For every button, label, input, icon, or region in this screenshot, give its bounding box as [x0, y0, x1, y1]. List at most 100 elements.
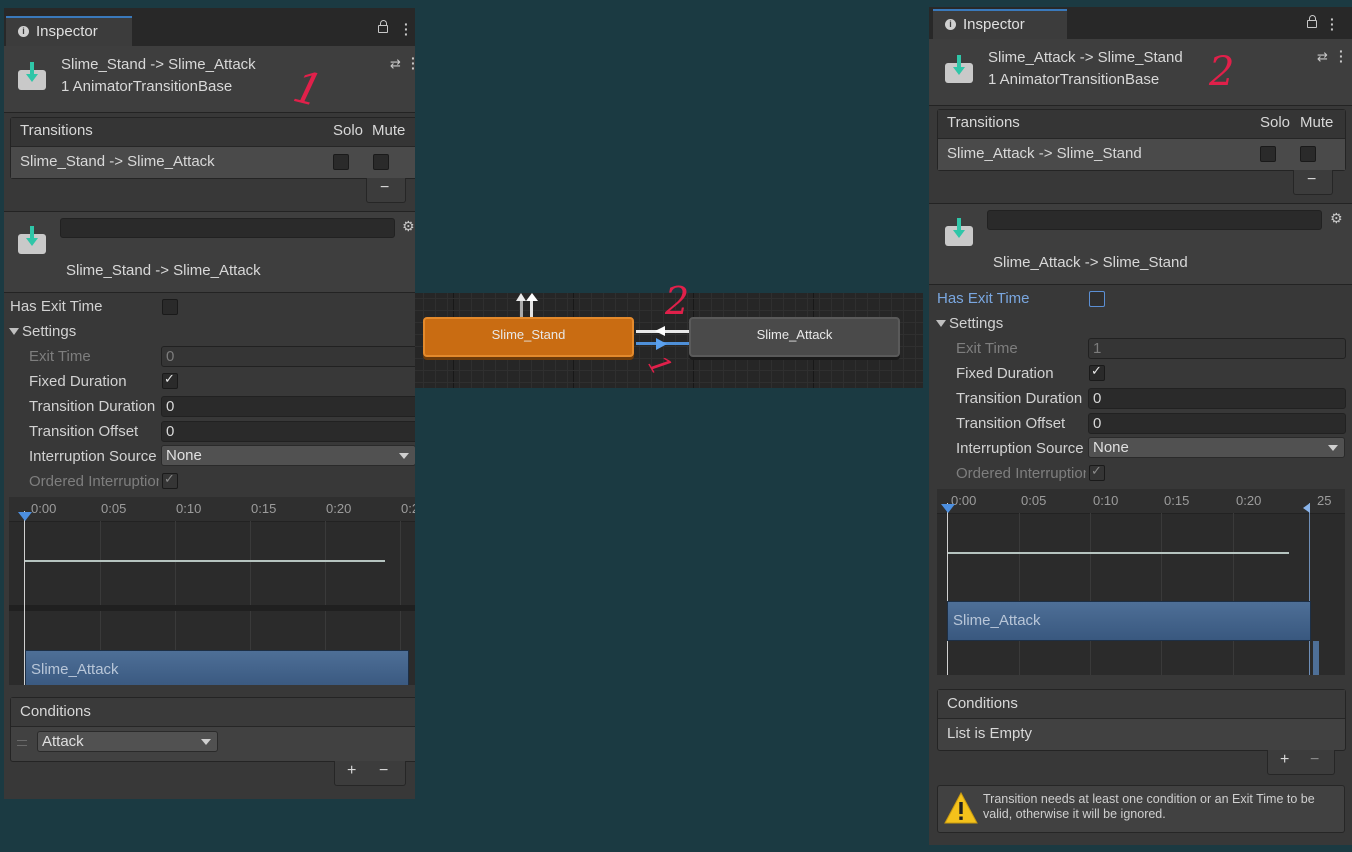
- playhead-marker-icon[interactable]: [941, 504, 955, 513]
- add-condition-button[interactable]: +: [347, 762, 356, 780]
- drag-handle-icon[interactable]: [17, 740, 27, 746]
- transition-name-field[interactable]: [60, 218, 395, 238]
- animator-graph[interactable]: Slime_Stand Slime_Attack 2 1: [415, 279, 923, 388]
- tab-bar: i Inspector · · ·: [4, 8, 415, 46]
- state-node-slime-attack[interactable]: Slime_Attack: [689, 317, 900, 357]
- mute-checkbox[interactable]: [1300, 146, 1316, 162]
- transition-duration-field[interactable]: 0: [1088, 388, 1346, 409]
- transition-row[interactable]: Slime_Stand -> Slime_Attack: [11, 147, 415, 178]
- transition-header: ⚙ Slime_Stand -> Slime_Attack: [4, 211, 415, 293]
- settings-foldout-label[interactable]: Settings: [22, 323, 76, 340]
- tab-inspector[interactable]: i Inspector: [933, 9, 1067, 39]
- settings-foldout-icon[interactable]: [936, 320, 946, 327]
- kebab-menu-icon[interactable]: · · ·: [404, 17, 409, 41]
- exit-time-field: 1: [1088, 338, 1346, 359]
- fixed-duration-checkbox[interactable]: [1089, 363, 1105, 381]
- has-exit-time-label: Has Exit Time: [937, 290, 1030, 307]
- conditions-empty-text: List is Empty: [947, 725, 1033, 742]
- ordered-interruption-label: Ordered Interruption: [956, 465, 1086, 482]
- lock-icon[interactable]: [1307, 15, 1317, 28]
- clip-bar[interactable]: Slime_Attack: [947, 601, 1311, 641]
- transitions-button-bar: −: [1293, 170, 1333, 195]
- tick-label: 0:05: [1021, 493, 1047, 508]
- chevron-down-icon: [1328, 445, 1338, 451]
- node-label: Slime_Stand: [491, 327, 566, 342]
- header-title: Slime_Attack -> Slime_Stand: [988, 49, 1183, 66]
- ordered-interruption-label: Ordered Interruption: [29, 473, 159, 490]
- fixed-duration-checkbox[interactable]: [162, 371, 178, 389]
- left-inspector-panel: i Inspector · · · Slime_Stand -> Slime_Att…: [4, 8, 415, 799]
- transition-offset-label: Transition Offset: [29, 423, 139, 440]
- transition-offset-field[interactable]: 0: [161, 421, 415, 442]
- end-marker-icon[interactable]: [1303, 503, 1310, 513]
- state-node-slime-stand[interactable]: Slime_Stand: [423, 317, 634, 357]
- transition-row[interactable]: Slime_Attack -> Slime_Stand: [938, 139, 1345, 170]
- transition-duration-label: Transition Duration: [29, 398, 156, 415]
- exit-time-field: 0: [161, 346, 415, 367]
- next-clip-bar[interactable]: [1313, 641, 1319, 675]
- annotation-marker: 1: [641, 349, 679, 382]
- transition-timeline[interactable]: 0:00 0:05 0:10 0:15 0:20 0:2 Slime_Attac…: [9, 497, 415, 685]
- transition-row-label: Slime_Attack -> Slime_Stand: [947, 145, 1142, 162]
- interruption-source-label: Interruption Source: [29, 448, 157, 465]
- conditions-button-bar: + −: [334, 761, 406, 786]
- settings-foldout-label[interactable]: Settings: [949, 315, 1003, 332]
- solo-checkbox[interactable]: [333, 154, 349, 170]
- settings-foldout-icon[interactable]: [9, 328, 19, 335]
- preset-icon[interactable]: ⇄: [390, 56, 401, 72]
- solo-header: Solo: [333, 122, 364, 139]
- tab-label: Inspector: [36, 23, 98, 40]
- exit-time-label: Exit Time: [956, 340, 1018, 357]
- annotation-marker: 2: [1209, 49, 1235, 95]
- tab-inspector[interactable]: i Inspector: [6, 16, 132, 46]
- node-label: Slime_Attack: [756, 327, 833, 342]
- lock-icon[interactable]: [378, 20, 388, 33]
- condition-parameter-value: Attack: [42, 733, 84, 750]
- preset-icon[interactable]: ⇄: [1317, 49, 1328, 65]
- info-icon: i: [18, 26, 29, 37]
- interruption-source-dropdown[interactable]: None: [161, 445, 415, 466]
- transition-end-line: [1309, 503, 1310, 675]
- inspector-header: Slime_Attack -> Slime_Stand 1 AnimatorTr…: [929, 39, 1352, 106]
- warning-icon: [944, 792, 978, 824]
- timeline-ruler: 0:00 0:05 0:10 0:15 0:20 0:2: [9, 497, 415, 522]
- transition-offset-field[interactable]: 0: [1088, 413, 1346, 434]
- tick-label: 0:05: [101, 501, 127, 516]
- interruption-source-dropdown[interactable]: None: [1088, 437, 1345, 458]
- interruption-source-value: None: [1093, 439, 1129, 456]
- gear-icon[interactable]: ⚙: [1330, 210, 1343, 227]
- condition-parameter-dropdown[interactable]: Attack: [37, 731, 218, 752]
- remove-transition-button[interactable]: −: [1307, 171, 1316, 189]
- header-kebab-icon[interactable]: ···: [411, 51, 415, 75]
- has-exit-time-checkbox[interactable]: [1089, 291, 1105, 307]
- clip-bar[interactable]: Slime_Attack: [25, 650, 409, 685]
- transition-duration-label: Transition Duration: [956, 390, 1083, 407]
- info-icon: i: [945, 19, 956, 30]
- header-kebab-icon[interactable]: ···: [1339, 44, 1344, 68]
- transition-subtitle: Slime_Attack -> Slime_Stand: [993, 254, 1188, 271]
- has-exit-time-label: Has Exit Time: [10, 298, 103, 315]
- solo-checkbox[interactable]: [1260, 146, 1276, 162]
- remove-transition-button[interactable]: −: [380, 179, 389, 197]
- transition-timeline[interactable]: 0:00 0:05 0:10 0:15 0:20 25 Slime_Attack: [937, 489, 1345, 675]
- fixed-duration-label: Fixed Duration: [956, 365, 1054, 382]
- tab-label: Inspector: [963, 16, 1025, 33]
- remove-condition-button[interactable]: −: [379, 762, 388, 780]
- transition-name-field[interactable]: [987, 210, 1322, 230]
- transition-duration-field[interactable]: 0: [161, 396, 415, 417]
- playhead-marker-icon[interactable]: [18, 512, 32, 521]
- playhead-line: [947, 503, 948, 675]
- ordered-interruption-checkbox: [1089, 463, 1105, 481]
- kebab-menu-icon[interactable]: · · ·: [1330, 12, 1335, 36]
- add-condition-button[interactable]: +: [1280, 751, 1289, 769]
- mute-checkbox[interactable]: [373, 154, 389, 170]
- has-exit-time-checkbox[interactable]: [162, 299, 178, 315]
- arrow-up-icon: [516, 293, 526, 301]
- transition-offset-label: Transition Offset: [956, 415, 1066, 432]
- transitions-header: Transitions: [20, 122, 93, 139]
- tick-label: 0:2: [401, 501, 415, 516]
- inspector-header: Slime_Stand -> Slime_Attack 1 AnimatorTr…: [4, 46, 415, 118]
- fixed-duration-label: Fixed Duration: [29, 373, 127, 390]
- tick-label: 0:10: [1093, 493, 1119, 508]
- gear-icon[interactable]: ⚙: [402, 218, 415, 235]
